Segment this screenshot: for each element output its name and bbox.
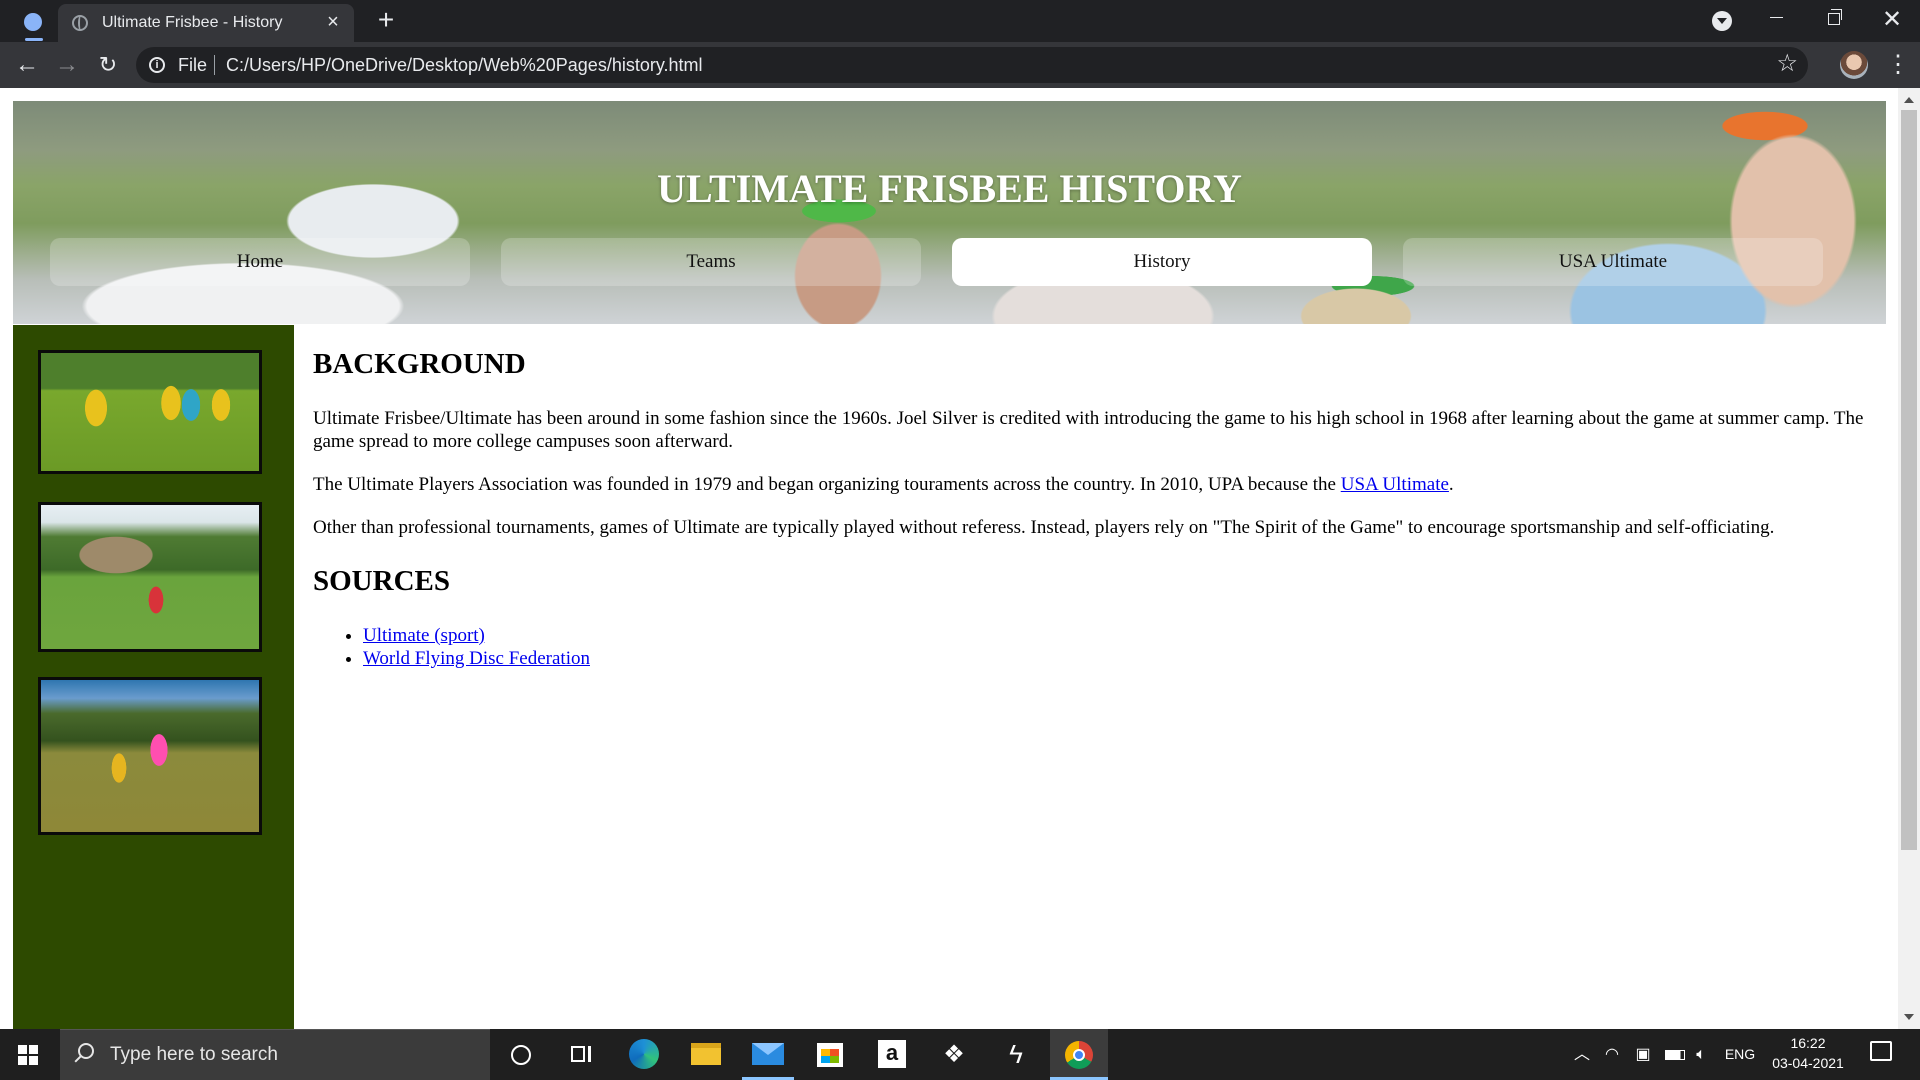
nav-usa-ultimate[interactable]: USA Ultimate [1403,238,1823,286]
sources-list: Ultimate (sport) World Flying Disc Feder… [363,624,1883,670]
close-icon[interactable]: × [322,11,344,33]
sidebar-photo-1 [38,350,262,474]
windows-start-icon[interactable] [18,1045,38,1065]
nav-history[interactable]: History [952,238,1372,286]
list-item: Ultimate (sport) [363,624,1883,647]
close-window-icon[interactable]: ✕ [1864,0,1920,42]
maximize-icon[interactable] [1806,0,1862,42]
clock-time: 16:22 [1790,1035,1826,1051]
tab-search-icon[interactable] [1712,11,1732,31]
plus-icon[interactable]: + [372,5,400,35]
profile-indicator [25,38,43,41]
chrome-icon[interactable] [1050,1029,1108,1080]
search-icon [78,1043,94,1059]
taskbar-search[interactable]: Type here to search [60,1029,490,1080]
app-icon[interactable]: ϟ [990,1029,1042,1080]
minimize-icon[interactable] [1748,0,1804,42]
nav-teams[interactable]: Teams [501,238,921,286]
forward-arrow-icon[interactable]: → [52,50,82,80]
list-item: World Flying Disc Federation [363,647,1883,670]
clock[interactable]: 16:22 03-04-2021 [1766,1033,1850,1073]
profile-icon[interactable] [24,13,42,31]
reload-icon[interactable]: ↻ [93,50,123,80]
info-icon[interactable]: i [149,57,165,73]
background-heading: BACKGROUND [313,348,526,380]
page-title: ULTIMATE FRISBEE HISTORY [657,166,1242,211]
star-icon[interactable]: ☆ [1776,49,1798,79]
amazon-glyph: a [878,1040,906,1068]
language-indicator[interactable]: ENG [1720,1029,1760,1080]
nav-home[interactable]: Home [50,238,470,286]
search-placeholder: Type here to search [110,1044,278,1065]
chevron-up-icon[interactable]: ︿ [1572,1029,1592,1080]
sidebar [13,325,294,1029]
hero-banner: ULTIMATE FRISBEE HISTORY Home Teams Hist… [13,101,1886,324]
address-separator [214,55,215,75]
store-icon[interactable] [804,1029,856,1080]
clock-date: 03-04-2021 [1772,1055,1844,1071]
notification-icon[interactable] [1870,1041,1892,1061]
browser-toolbar: ← → ↻ i File C:/Users/HP/OneDrive/Deskto… [0,42,1920,88]
main-content: BACKGROUND Ultimate Frisbee/Ultimate has… [313,348,1883,670]
wifi-icon[interactable]: ◠ [1600,1029,1624,1080]
browser-tab[interactable]: Ultimate Frisbee - History × [58,4,354,42]
source-link-ultimate-sport[interactable]: Ultimate (sport) [363,625,485,646]
cortana-icon[interactable] [494,1029,546,1080]
mail-icon[interactable] [742,1029,794,1080]
battery-icon[interactable] [1662,1029,1688,1080]
paragraph-2-suffix: . [1448,474,1454,495]
scroll-down-icon[interactable] [1904,1014,1914,1020]
file-explorer-icon[interactable] [680,1029,732,1080]
network-icon[interactable]: ▣ [1632,1029,1654,1080]
paragraph-2: The Ultimate Players Association was fou… [313,473,1883,496]
back-arrow-icon[interactable]: ← [12,50,42,80]
sidebar-photo-2 [38,502,262,652]
volume-icon[interactable]: 🔈︎ [1690,1029,1712,1080]
scrollbar[interactable] [1898,88,1920,1029]
task-view-icon[interactable] [554,1029,606,1080]
amazon-icon[interactable]: a [866,1029,918,1080]
scheme-label: File [178,55,208,75]
scroll-thumb[interactable] [1901,110,1917,850]
paragraph-3: Other than professional tournaments, gam… [313,517,1775,538]
edge-icon[interactable] [618,1029,670,1080]
address-bar[interactable]: i File C:/Users/HP/OneDrive/Desktop/Web%… [136,47,1808,83]
paragraph-1: Ultimate Frisbee/Ultimate has been aroun… [313,408,1864,452]
browser-tab-bar: Ultimate Frisbee - History × + ✕ [0,0,1920,42]
sidebar-photo-3 [38,677,262,835]
page-viewport: ULTIMATE FRISBEE HISTORY Home Teams Hist… [0,88,1898,1029]
url-text[interactable]: C:/Users/HP/OneDrive/Desktop/Web%20Pages… [226,55,703,76]
source-link-wfdf[interactable]: World Flying Disc Federation [363,648,590,669]
dropbox-icon[interactable]: ❖ [928,1029,980,1080]
usa-ultimate-link[interactable]: USA Ultimate [1341,474,1449,495]
avatar[interactable] [1840,51,1868,79]
paragraph-2-text: The Ultimate Players Association was fou… [313,474,1336,495]
scroll-up-icon[interactable] [1904,97,1914,103]
tab-title: Ultimate Frisbee - History [102,14,283,31]
globe-icon [72,15,88,31]
more-vert-icon[interactable]: ⋮ [1886,50,1910,80]
sources-heading: SOURCES [313,565,450,597]
